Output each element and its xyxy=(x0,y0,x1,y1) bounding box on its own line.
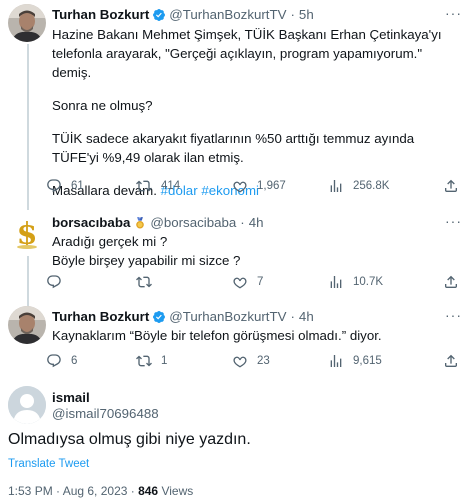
tweet-2[interactable]: $ borsacıbaba @borsacibaba · 4h ··· Arad… xyxy=(0,208,471,308)
tweet-1[interactable]: Turhan Bozkurt @TurhanBozkurtTV · 5h ···… xyxy=(0,0,471,210)
share-icon xyxy=(445,275,457,288)
avatar[interactable] xyxy=(8,306,46,344)
tweet-text: Hazine Bakanı Mehmet Şimşek, TÜİK Başkan… xyxy=(52,27,442,80)
views-icon xyxy=(330,180,342,192)
author-handle[interactable]: @TurhanBozkurtTV xyxy=(169,309,286,324)
separator: · xyxy=(240,215,245,230)
author-handle[interactable]: @borsacibaba xyxy=(150,215,236,230)
tweet-header: ismail xyxy=(52,390,90,405)
retweet-button[interactable]: 414 xyxy=(136,178,180,194)
views-button[interactable]: 256.8K xyxy=(328,178,389,194)
views-icon xyxy=(330,276,342,288)
author-handle[interactable]: @TurhanBozkurtTV xyxy=(169,7,286,22)
tweet-3[interactable]: Turhan Bozkurt @TurhanBozkurtTV · 4h ···… xyxy=(0,300,471,380)
tweet-text: TÜİK sadece akaryakıt fiyatlarının %50 a… xyxy=(52,131,415,165)
verified-badge-icon xyxy=(153,8,166,21)
author-name[interactable]: borsacıbaba xyxy=(52,215,130,230)
tweet-header: Turhan Bozkurt @TurhanBozkurtTV · 5h xyxy=(52,7,314,22)
tweet-text: Sonra ne olmuş? xyxy=(52,98,153,113)
timestamp[interactable]: 4h xyxy=(299,309,314,324)
views-count: 10.7K xyxy=(353,276,384,288)
verified-badge-icon xyxy=(153,310,166,323)
avatar[interactable] xyxy=(8,386,46,424)
share-button[interactable] xyxy=(443,178,459,194)
author-name[interactable]: Turhan Bozkurt xyxy=(52,309,149,324)
like-button[interactable]: 23 xyxy=(232,353,270,369)
avatar[interactable] xyxy=(8,4,46,42)
tweet-text: Aradığı gerçek mi ? xyxy=(52,234,168,249)
reply-count: 61 xyxy=(71,180,84,192)
like-button[interactable]: 7 xyxy=(232,274,263,290)
share-icon xyxy=(445,179,457,192)
tweet-meta: 1:53 PM · Aug 6, 2023 · 846 Views xyxy=(8,484,193,498)
retweet-icon xyxy=(136,180,152,192)
views-label: Views xyxy=(158,484,194,498)
thread-line xyxy=(27,44,29,210)
share-button[interactable] xyxy=(443,353,459,369)
translate-tweet-link[interactable]: Translate Tweet xyxy=(8,458,89,470)
tweet-header: Turhan Bozkurt @TurhanBozkurtTV · 4h xyxy=(52,309,314,324)
tweet-time[interactable]: 1:53 PM · Aug 6, 2023 · xyxy=(8,484,138,498)
retweet-icon xyxy=(136,355,152,367)
like-icon xyxy=(233,277,247,289)
tweet-header: borsacıbaba @borsacibaba · 4h xyxy=(52,215,264,230)
views-icon xyxy=(330,355,342,367)
share-button[interactable] xyxy=(443,274,459,290)
action-bar: 61 414 1,967 256.8K xyxy=(46,178,466,196)
retweet-button[interactable]: 1 xyxy=(136,353,167,369)
main-tweet-text: Olmadıysa olmuş gibi niye yazdın. xyxy=(8,431,251,448)
tweet-body: Hazine Bakanı Mehmet Şimşek, TÜİK Başkan… xyxy=(52,25,462,200)
like-count: 7 xyxy=(257,276,264,288)
more-icon[interactable]: ··· xyxy=(445,308,461,325)
retweet-icon xyxy=(136,276,152,288)
retweet-count: 414 xyxy=(161,180,181,192)
more-icon[interactable]: ··· xyxy=(445,214,461,231)
avatar[interactable]: $ xyxy=(8,214,46,252)
tweet-text: Kaynaklarım “Böyle bir telefon görüşmesi… xyxy=(52,328,382,343)
tweet-text: Böyle birşey yapabilir mi sizce ? xyxy=(52,253,241,268)
share-icon xyxy=(445,354,457,367)
tweet-body: Aradığı gerçek mi ? Böyle birşey yapabil… xyxy=(52,232,462,270)
reply-icon xyxy=(47,275,61,289)
retweet-count: 1 xyxy=(161,355,168,367)
action-bar: 7 10.7K xyxy=(46,274,466,292)
views-count: 256.8K xyxy=(353,180,390,192)
more-icon[interactable]: ··· xyxy=(445,6,461,23)
like-icon xyxy=(233,181,247,193)
author-name[interactable]: Turhan Bozkurt xyxy=(52,7,149,22)
timestamp[interactable]: 5h xyxy=(299,7,314,22)
like-count: 23 xyxy=(257,355,270,367)
views-total: 846 xyxy=(138,484,159,498)
like-count: 1,967 xyxy=(257,180,286,192)
views-button[interactable]: 9,615 xyxy=(328,353,382,369)
reply-icon xyxy=(47,354,61,368)
tweet-body: Kaynaklarım “Böyle bir telefon görüşmesi… xyxy=(52,326,462,345)
timestamp[interactable]: 4h xyxy=(249,215,264,230)
reply-button[interactable]: 6 xyxy=(46,353,77,369)
tweet-header-handle: @ismail70696488 xyxy=(52,406,159,421)
reply-button[interactable]: 61 xyxy=(46,178,84,194)
views-count: 9,615 xyxy=(353,355,382,367)
like-button[interactable]: 1,967 xyxy=(232,178,286,194)
separator: · xyxy=(290,309,295,324)
views-button[interactable]: 10.7K xyxy=(328,274,383,290)
reply-button[interactable] xyxy=(46,274,71,290)
reply-icon xyxy=(47,179,61,193)
retweet-button[interactable] xyxy=(136,274,161,290)
separator: · xyxy=(290,7,295,22)
author-name[interactable]: ismail xyxy=(52,390,90,405)
author-handle[interactable]: @ismail70696488 xyxy=(52,406,159,421)
action-bar: 6 1 23 9,615 xyxy=(46,353,466,371)
medal-icon xyxy=(136,216,145,229)
like-icon xyxy=(233,356,247,368)
reply-count: 6 xyxy=(71,355,78,367)
